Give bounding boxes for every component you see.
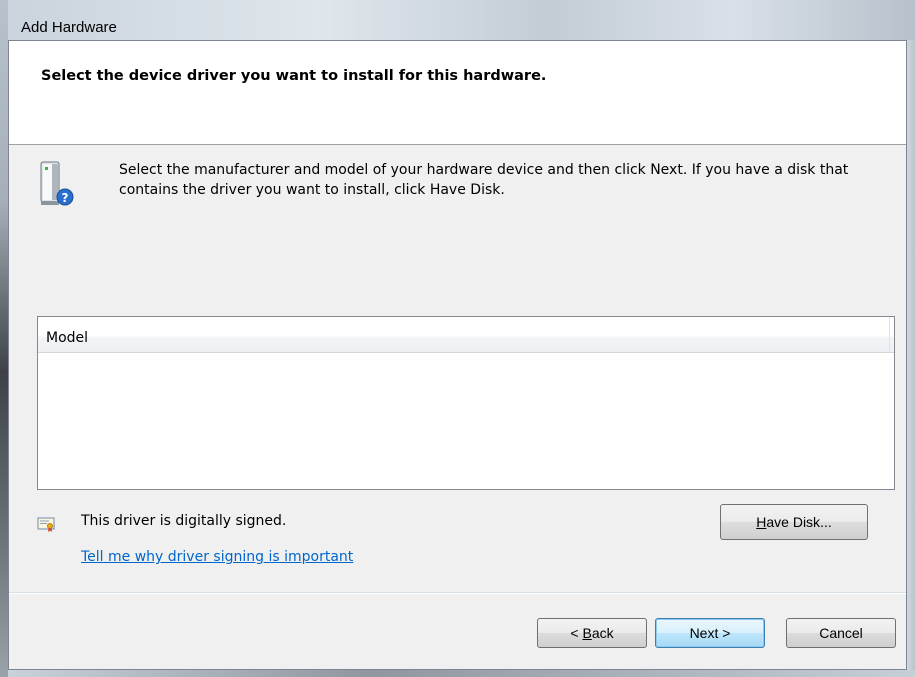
back-accel: B xyxy=(582,625,592,641)
back-label-rest: ack xyxy=(591,625,614,641)
cancel-button[interactable]: Cancel xyxy=(786,618,896,648)
next-button[interactable]: Next > xyxy=(655,618,765,648)
title-bar[interactable]: Add Hardware xyxy=(8,0,915,40)
svg-text:?: ? xyxy=(62,191,69,205)
dialog-body: Select the device driver you want to ins… xyxy=(8,40,907,670)
model-list[interactable]: Model xyxy=(37,316,895,490)
instruction-text: Select the manufacturer and model of you… xyxy=(119,162,849,198)
driver-signing-link[interactable]: Tell me why driver signing is important xyxy=(81,549,353,565)
footer-separator xyxy=(9,592,906,594)
hardware-help-icon: ? xyxy=(40,161,74,206)
signing-status: This driver is digitally signed. xyxy=(81,513,287,529)
have-disk-accel: H xyxy=(756,514,767,530)
back-label-prefix: < xyxy=(570,625,583,641)
back-button[interactable]: < Back xyxy=(537,618,647,648)
page-title: Select the device driver you want to ins… xyxy=(41,68,547,84)
frame-bottom-edge xyxy=(8,670,915,677)
have-disk-label-rest: ave Disk... xyxy=(766,514,832,530)
frame-right-edge xyxy=(907,40,915,677)
model-list-header: Model xyxy=(38,317,894,353)
column-header-model[interactable]: Model xyxy=(38,317,890,352)
frame-left-edge xyxy=(0,0,8,677)
window-title: Add Hardware xyxy=(21,19,117,36)
wizard-header: Select the device driver you want to ins… xyxy=(9,41,906,145)
column-header-label: Model xyxy=(46,330,89,346)
certificate-icon xyxy=(37,517,55,532)
have-disk-button[interactable]: Have Disk... xyxy=(720,504,868,540)
